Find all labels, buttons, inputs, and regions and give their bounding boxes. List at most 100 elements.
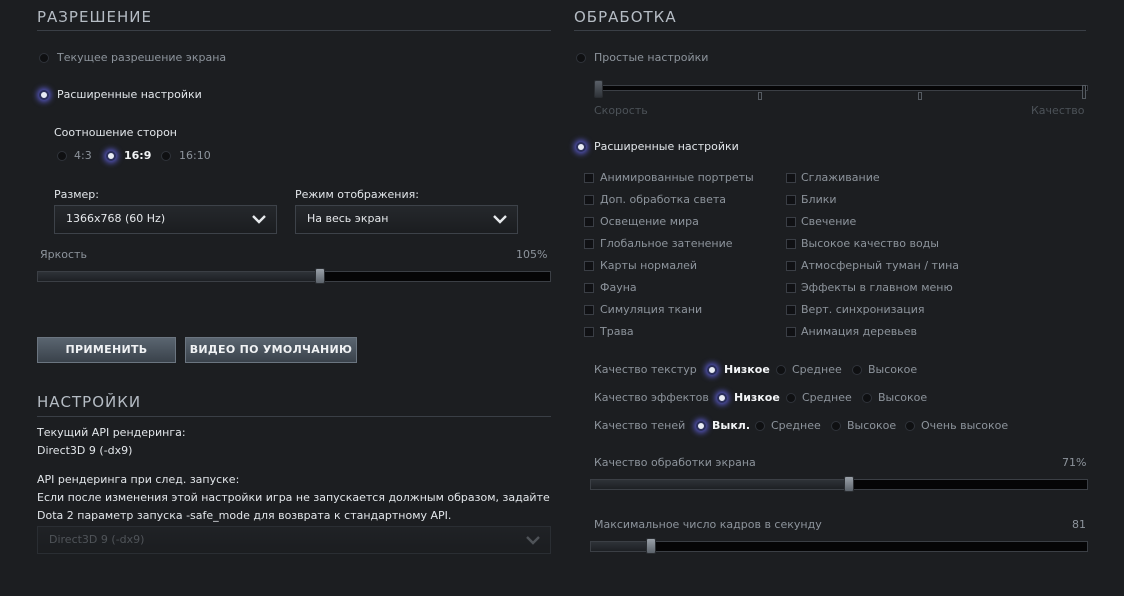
screen-quality-value: 71% [1062,456,1087,469]
checkbox-label: Симуляция ткани [600,303,703,316]
current-resolution-radio[interactable] [39,53,49,63]
checkbox[interactable] [786,283,796,293]
rendering-section-title: ОБРАБОТКА [574,8,677,26]
render-api-select-value: Direct3D 9 (-dx9) [49,533,145,546]
checkbox[interactable] [584,217,594,227]
advanced-rendering-label: Расширенные настройки [594,140,739,153]
checkbox[interactable] [584,261,594,271]
shadow-quality-label: Качество теней [594,419,686,432]
aspect-4-3-radio[interactable] [57,151,67,161]
chevron-down-icon [493,215,507,224]
simple-quality-slider-handle[interactable] [594,80,603,98]
effects-medium-label: Среднее [802,391,852,404]
checkbox[interactable] [584,195,594,205]
texture-medium-label: Среднее [792,363,842,376]
checkbox[interactable] [786,305,796,315]
checkbox[interactable] [584,239,594,249]
checkbox-label: Доп. обработка света [600,193,726,206]
next-api-label: API рендеринга при след. запуске: [37,473,240,486]
size-select-value: 1366x768 (60 Hz) [66,212,166,225]
screen-quality-slider-fill [591,480,849,489]
checkbox[interactable] [786,217,796,227]
display-mode-select[interactable]: На весь экран [295,205,518,234]
advanced-rendering-radio[interactable] [576,142,586,152]
max-fps-value: 81 [1072,518,1086,531]
effects-quality-label: Качество эффектов [594,391,709,404]
checkbox[interactable] [786,327,796,337]
render-api-select[interactable]: Direct3D 9 (-dx9) [37,526,551,554]
shadow-medium-radio[interactable] [755,421,765,431]
resolution-section-title: РАЗРЕШЕНИЕ [37,8,152,26]
checkbox-label: Глобальное затенение [600,237,733,250]
effects-high-label: Высокое [878,391,928,404]
checkbox-label: Анимация деревьев [801,325,917,338]
max-fps-slider-fill [591,542,651,551]
checkbox-label: Эффекты в главном меню [801,281,953,294]
checkbox[interactable] [584,173,594,183]
texture-medium-radio[interactable] [776,365,786,375]
slider-tick [758,92,762,100]
checkbox-label: Освещение мира [600,215,699,228]
aspect-ratio-label: Соотношение сторон [54,126,177,139]
aspect-16-10-radio[interactable] [161,151,171,161]
checkbox-label: Фауна [600,281,637,294]
simple-settings-radio[interactable] [576,53,586,63]
simple-settings-label: Простые настройки [594,51,709,64]
effects-high-radio[interactable] [862,393,872,403]
effects-medium-radio[interactable] [786,393,796,403]
shadow-off-label: Выкл. [712,419,751,432]
default-video-button[interactable]: ВИДЕО ПО УМОЛЧАНИЮ [185,337,357,363]
slider-tick [918,92,922,100]
shadow-very-high-radio[interactable] [905,421,915,431]
apply-button[interactable]: ПРИМЕНИТЬ [37,337,176,363]
texture-low-radio[interactable] [707,365,717,375]
screen-quality-slider[interactable] [590,479,1088,490]
checkbox[interactable] [786,195,796,205]
size-label: Размер: [54,188,99,201]
aspect-4-3-label: 4:3 [74,149,92,162]
checkbox[interactable] [584,305,594,315]
checkbox[interactable] [786,173,796,183]
shadow-off-radio[interactable] [696,421,706,431]
shadow-high-radio[interactable] [831,421,841,431]
checkbox-label: Верт. синхронизация [801,303,925,316]
checkbox[interactable] [584,327,594,337]
current-resolution-label: Текущее разрешение экрана [57,51,227,64]
size-select[interactable]: 1366x768 (60 Hz) [54,205,277,234]
aspect-16-10-label: 16:10 [179,149,211,162]
max-fps-slider-handle[interactable] [646,538,656,554]
checkbox[interactable] [786,239,796,249]
advanced-resolution-label: Расширенные настройки [57,88,202,101]
checkbox[interactable] [786,261,796,271]
brightness-slider[interactable] [37,271,551,282]
max-fps-slider[interactable] [590,541,1088,552]
brightness-slider-handle[interactable] [315,268,325,284]
checkbox-label: Высокое качество воды [801,237,939,250]
effects-low-radio[interactable] [717,393,727,403]
checkbox-label: Трава [600,325,634,338]
brightness-slider-fill [38,272,320,281]
simple-quality-slider[interactable] [594,85,1088,91]
checkbox-label: Карты нормалей [600,259,698,272]
resolution-divider [37,30,551,31]
screen-quality-slider-handle[interactable] [844,476,854,492]
aspect-16-9-label: 16:9 [124,149,152,162]
screen-quality-label: Качество обработки экрана [594,456,756,469]
checkbox-label: Атмосферный туман / тина [801,259,960,272]
current-api-value: Direct3D 9 (-dx9) [37,444,133,457]
brightness-label: Яркость [40,248,87,261]
display-mode-label: Режим отображения: [295,188,419,201]
slider-tick [1082,85,1086,99]
display-mode-select-value: На весь экран [307,212,389,225]
brightness-value: 105% [516,248,548,261]
shadow-very-high-label: Очень высокое [921,419,1009,432]
aspect-16-9-radio[interactable] [106,151,116,161]
current-api-label: Текущий API рендеринга: [37,426,186,439]
checkbox-label: Анимированные портреты [600,171,754,184]
checkbox-label: Блики [801,193,837,206]
texture-high-radio[interactable] [852,365,862,375]
advanced-resolution-radio[interactable] [39,90,49,100]
api-warning-line-1: Если после изменения этой настройки игра… [37,491,550,504]
settings-section-title: НАСТРОЙКИ [37,393,142,411]
checkbox[interactable] [584,283,594,293]
